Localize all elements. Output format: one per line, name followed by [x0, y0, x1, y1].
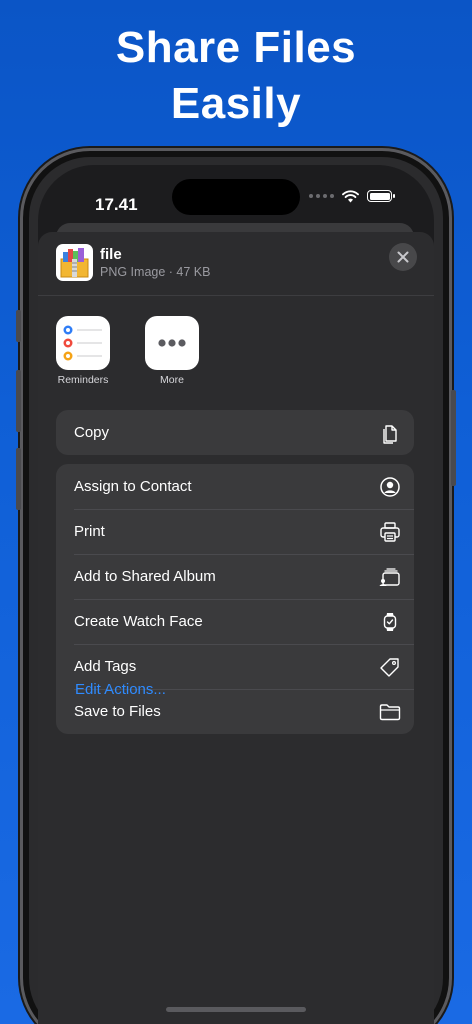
save-to-files-label: Save to Files	[74, 703, 161, 720]
copy-action[interactable]: Copy	[56, 410, 414, 455]
more-apps-button[interactable]	[145, 316, 199, 370]
status-indicators	[309, 189, 395, 203]
copy-label: Copy	[74, 424, 110, 441]
side-button-volume-down	[16, 448, 21, 510]
shared-album-icon	[379, 568, 400, 586]
reminders-icon	[63, 325, 102, 361]
archive-box-icon	[56, 244, 93, 281]
person-circle-icon	[380, 477, 400, 497]
reminders-app-button[interactable]	[56, 316, 110, 370]
add-to-shared-album-action[interactable]: Add to Shared Album	[56, 554, 414, 599]
folder-icon	[379, 704, 401, 721]
more-icon	[158, 339, 186, 347]
create-watch-face-action[interactable]: Create Watch Face	[56, 599, 414, 644]
file-header: file PNG Image · 47 KB	[38, 232, 434, 296]
close-button[interactable]	[389, 243, 417, 271]
print-label: Print	[74, 523, 105, 540]
headline-line-2: Easily	[170, 79, 302, 128]
assign-to-contact-label: Assign to Contact	[74, 478, 192, 495]
file-meta: PNG Image · 47 KB	[100, 265, 211, 279]
printer-icon	[380, 522, 400, 542]
dynamic-island	[172, 179, 300, 215]
add-tags-label: Add Tags	[74, 658, 137, 675]
assign-to-contact-action[interactable]: Assign to Contact	[56, 464, 414, 509]
file-name: file	[100, 246, 122, 263]
phone-screen: 17.41 file PNG Image · 47 KB Reminders M…	[38, 165, 434, 1024]
edit-actions-link[interactable]: Edit Actions...	[75, 681, 166, 698]
print-action[interactable]: Print	[56, 509, 414, 554]
more-label: More	[160, 374, 184, 386]
headline: Share Files Easily	[0, 20, 472, 132]
side-button-power	[451, 390, 456, 486]
home-indicator	[166, 1007, 306, 1012]
copy-group: Copy	[56, 410, 414, 455]
create-watch-face-label: Create Watch Face	[74, 613, 203, 630]
side-button-action	[16, 310, 21, 342]
wifi-icon	[342, 189, 359, 202]
side-button-volume-up	[16, 370, 21, 432]
watch-icon	[383, 613, 397, 631]
close-icon	[397, 251, 409, 263]
tag-icon	[380, 658, 399, 677]
status-time: 17.41	[95, 195, 138, 214]
share-sheet: file PNG Image · 47 KB Reminders More Co…	[38, 232, 434, 1024]
battery-icon	[367, 190, 395, 202]
copy-icon	[383, 425, 397, 444]
reminders-label: Reminders	[57, 374, 109, 386]
headline-line-1: Share Files	[115, 23, 357, 72]
cellular-signal-icon	[309, 194, 334, 198]
add-to-shared-album-label: Add to Shared Album	[74, 568, 216, 585]
